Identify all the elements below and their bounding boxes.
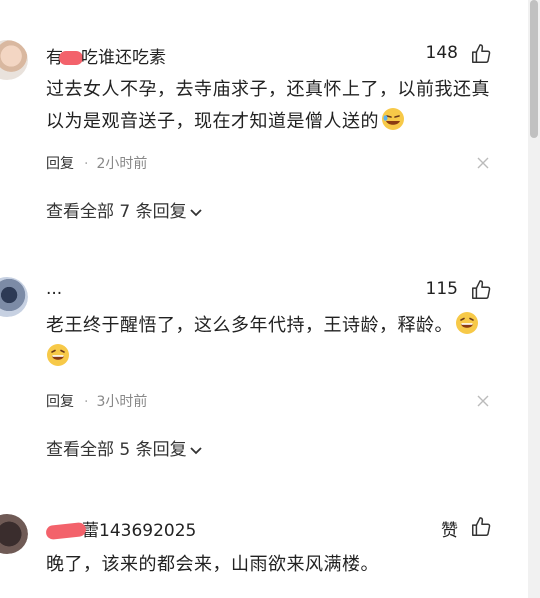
comment-text: 晚了，该来的都会来，山雨欲来风满楼。 bbox=[46, 554, 379, 575]
timestamp: 3小时前 bbox=[96, 394, 148, 410]
comment-meta: 回复 · 2小时前 bbox=[46, 156, 148, 172]
redaction-mark bbox=[59, 51, 83, 65]
view-all-replies-link[interactable]: 查看全部 7 条回复 bbox=[46, 197, 203, 222]
like-label: 赞 bbox=[441, 521, 458, 541]
reply-button[interactable]: 回复 bbox=[46, 156, 74, 172]
comment-text: 过去女人不孕，去寺庙求子，还真怀上了，以前我还真以为是观音送子，现在才知道是僧人… bbox=[46, 79, 490, 132]
close-icon[interactable] bbox=[476, 394, 490, 408]
scrollbar[interactable] bbox=[528, 0, 540, 598]
user-avatar[interactable] bbox=[0, 277, 28, 317]
thumbs-up-icon[interactable] bbox=[470, 43, 492, 65]
thumbs-up-icon[interactable] bbox=[470, 279, 492, 301]
like-count: 148 bbox=[425, 43, 458, 63]
close-icon[interactable] bbox=[476, 156, 490, 170]
rofl-emoji-icon bbox=[382, 108, 404, 130]
comment-meta: 回复 · 3小时前 bbox=[46, 394, 148, 410]
laughing-emoji-icon bbox=[47, 344, 69, 366]
comment-text: 老王终于醒悟了，这么多年代持，王诗龄，释龄。 bbox=[46, 310, 506, 374]
timestamp: 2小时前 bbox=[96, 156, 148, 172]
username[interactable]: ... bbox=[46, 279, 62, 299]
view-all-replies-link[interactable]: 查看全部 5 条回复 bbox=[46, 435, 203, 460]
redaction-mark bbox=[45, 521, 87, 541]
laughing-emoji-icon bbox=[456, 312, 478, 334]
user-avatar[interactable] bbox=[0, 514, 28, 554]
chevron-down-icon bbox=[189, 209, 202, 217]
chevron-down-icon bbox=[189, 447, 202, 455]
thumbs-up-icon[interactable] bbox=[470, 516, 492, 538]
scrollbar-thumb[interactable] bbox=[530, 0, 538, 138]
reply-button[interactable]: 回复 bbox=[46, 394, 74, 410]
username[interactable]: 有吃谁还吃素 bbox=[46, 43, 166, 68]
like-count: 115 bbox=[425, 279, 458, 299]
user-avatar[interactable] bbox=[0, 40, 28, 80]
username[interactable]: 蕾143692025 bbox=[45, 516, 196, 541]
